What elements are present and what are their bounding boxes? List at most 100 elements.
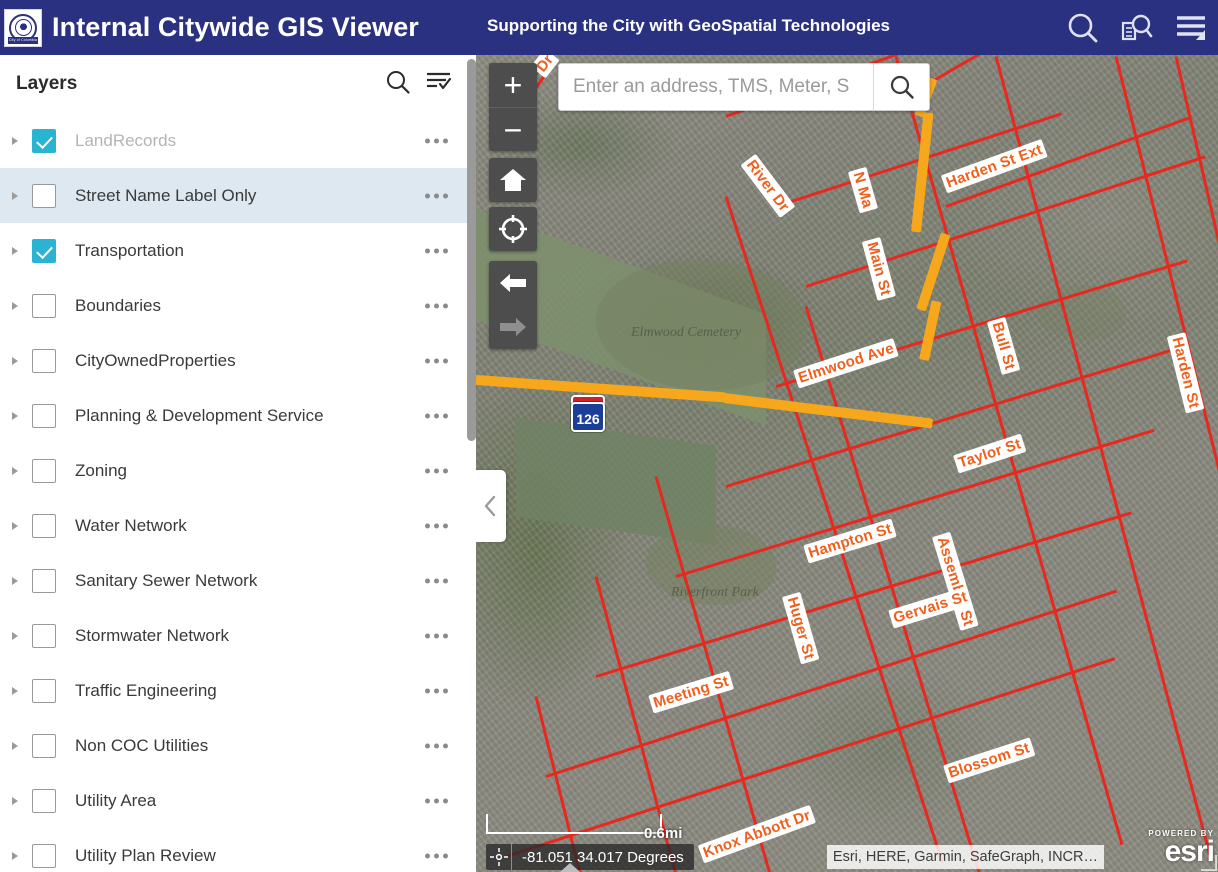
next-extent-button[interactable] — [489, 305, 537, 349]
layer-visibility-checkbox[interactable] — [32, 348, 56, 373]
layer-options-button[interactable] — [425, 358, 448, 363]
expand-caret-icon[interactable] — [12, 851, 26, 860]
layer-label: Stormwater Network — [75, 625, 229, 645]
layer-row[interactable]: Utility Area — [0, 773, 470, 828]
resize-grip[interactable] — [1201, 855, 1217, 871]
layer-options-button[interactable] — [425, 853, 448, 858]
layer-visibility-checkbox[interactable] — [32, 513, 56, 538]
layer-label: Boundaries — [75, 295, 162, 315]
layer-visibility-checkbox[interactable] — [32, 403, 56, 428]
expand-caret-icon[interactable] — [12, 631, 26, 640]
map-search-box[interactable] — [558, 63, 930, 111]
layer-row[interactable]: LandRecords — [0, 113, 470, 168]
search-input[interactable] — [559, 64, 873, 110]
layer-visibility-checkbox[interactable] — [32, 788, 56, 813]
layer-row[interactable]: Sanitary Sewer Network — [0, 553, 470, 608]
layer-label: Transportation — [75, 240, 184, 260]
layer-visibility-checkbox[interactable] — [32, 568, 56, 593]
layer-list: LandRecords Street Name Label Only Transpo… — [0, 113, 470, 872]
expand-caret-icon[interactable] — [12, 796, 26, 805]
layers-panel-header: Layers — [0, 55, 470, 113]
zoom-in-button[interactable]: + — [489, 63, 537, 107]
layer-options-button[interactable] — [425, 743, 448, 748]
layer-options-button[interactable] — [425, 523, 448, 528]
home-button[interactable] — [489, 158, 537, 202]
layer-options-button[interactable] — [425, 468, 448, 473]
expand-caret-icon[interactable] — [12, 741, 26, 750]
layer-row[interactable]: CityOwnedProperties — [0, 333, 470, 388]
layer-label: Zoning — [75, 460, 127, 480]
layer-visibility-checkbox[interactable] — [32, 128, 56, 153]
expand-caret-icon[interactable] — [12, 136, 26, 145]
layer-visibility-checkbox[interactable] — [32, 843, 56, 868]
expand-caret-icon[interactable] — [12, 576, 26, 585]
extent-history-controls — [489, 261, 537, 349]
zoom-controls: + − — [489, 63, 537, 151]
layer-row[interactable]: Planning & Development Service — [0, 388, 470, 443]
layers-panel: Layers LandRecords Street Name Label Onl… — [0, 55, 470, 872]
expand-caret-icon[interactable] — [12, 356, 26, 365]
menu-icon[interactable] — [1164, 0, 1218, 55]
map-canvas[interactable]: 126 DrRiver DrN MaHarden St ExtColonial … — [476, 55, 1218, 872]
layer-visibility-checkbox[interactable] — [32, 238, 56, 263]
attribution-toggle-icon[interactable] — [560, 863, 580, 872]
expand-caret-icon[interactable] — [12, 521, 26, 530]
layer-visibility-checkbox[interactable] — [32, 293, 56, 318]
layer-row[interactable]: Utility Plan Review — [0, 828, 470, 872]
layer-options-button[interactable] — [425, 248, 448, 253]
layer-filter-icon[interactable] — [425, 69, 452, 100]
search-icon[interactable] — [1056, 0, 1110, 55]
layer-row[interactable]: Transportation — [0, 223, 470, 278]
scale-bar — [486, 814, 662, 834]
layer-search-icon[interactable] — [385, 69, 411, 100]
layer-label: Traffic Engineering — [75, 680, 217, 700]
layers-scrollbar-thumb[interactable] — [467, 59, 476, 441]
expand-caret-icon[interactable] — [12, 411, 26, 420]
previous-extent-button[interactable] — [489, 261, 537, 305]
app-header: City of Columbia Internal Citywide GIS V… — [0, 0, 1218, 55]
layer-options-button[interactable] — [425, 798, 448, 803]
layer-visibility-checkbox[interactable] — [32, 623, 56, 648]
layer-options-button[interactable] — [425, 138, 448, 143]
crosshair-icon — [486, 844, 512, 870]
layer-row[interactable]: Stormwater Network — [0, 608, 470, 663]
zoom-out-button[interactable]: − — [489, 107, 537, 151]
layer-options-button[interactable] — [425, 688, 448, 693]
layer-visibility-checkbox[interactable] — [32, 678, 56, 703]
layer-label: LandRecords — [75, 130, 177, 150]
coordinate-widget[interactable]: -81.051 34.017 Degrees — [486, 844, 694, 870]
layer-row[interactable]: Non COC Utilities — [0, 718, 470, 773]
my-location-button[interactable] — [489, 207, 537, 251]
place-label: Riverfront Park — [671, 585, 759, 600]
layer-options-button[interactable] — [425, 303, 448, 308]
layer-options-button[interactable] — [425, 413, 448, 418]
scale-bar-label: 0.6mi — [644, 825, 683, 842]
map-attribution[interactable]: Esri, HERE, Garmin, SafeGraph, INCR… — [826, 845, 1104, 869]
locate-control — [489, 207, 537, 251]
app-title: Internal Citywide GIS Viewer — [52, 12, 419, 42]
layer-row[interactable]: Zoning — [0, 443, 470, 498]
layer-options-button[interactable] — [425, 578, 448, 583]
collapse-panel-handle[interactable] — [476, 470, 506, 542]
query-attributes-icon[interactable] — [1110, 0, 1164, 55]
layer-visibility-checkbox[interactable] — [32, 733, 56, 758]
layer-label: Street Name Label Only — [75, 185, 257, 205]
layer-label: Non COC Utilities — [75, 735, 209, 755]
layer-options-button[interactable] — [425, 193, 448, 198]
expand-caret-icon[interactable] — [12, 246, 26, 255]
layer-row[interactable]: Boundaries — [0, 278, 470, 333]
layer-visibility-checkbox[interactable] — [32, 458, 56, 483]
search-submit-icon[interactable] — [873, 64, 929, 110]
expand-caret-icon[interactable] — [12, 301, 26, 310]
expand-caret-icon[interactable] — [12, 466, 26, 475]
layer-row[interactable]: Street Name Label Only — [0, 168, 470, 223]
layer-options-button[interactable] — [425, 633, 448, 638]
expand-caret-icon[interactable] — [12, 191, 26, 200]
layer-label: Utility Plan Review — [75, 845, 216, 865]
layer-visibility-checkbox[interactable] — [32, 183, 56, 208]
seal-banner-text: City of Columbia — [8, 36, 38, 44]
expand-caret-icon[interactable] — [12, 686, 26, 695]
layer-row[interactable]: Water Network — [0, 498, 470, 553]
chevron-left-icon — [484, 495, 496, 517]
layer-row[interactable]: Traffic Engineering — [0, 663, 470, 718]
